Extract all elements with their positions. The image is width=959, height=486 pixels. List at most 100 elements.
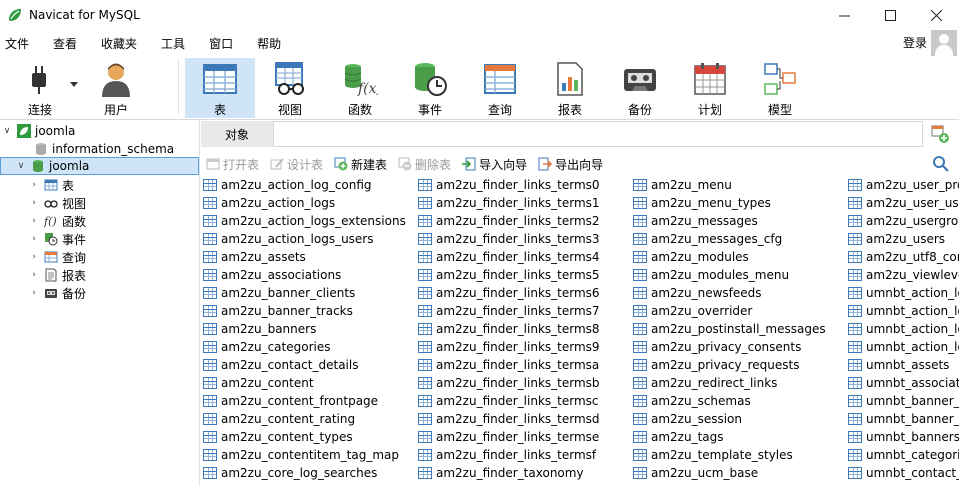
table-list-item[interactable]: am2zu_finder_links_terms9 (416, 338, 600, 356)
function-button[interactable]: f(x) 函数 (325, 58, 395, 118)
table-list-item[interactable]: umnbt_banner_c (846, 392, 959, 410)
chevron-down-icon[interactable] (70, 82, 78, 88)
table-list-item[interactable]: am2zu_users (846, 230, 959, 248)
table-list-item[interactable]: am2zu_usergrou (846, 212, 959, 230)
table-list-item[interactable]: am2zu_finder_links_terms6 (416, 284, 600, 302)
table-list-item[interactable]: am2zu_categories (201, 338, 406, 356)
table-list-item[interactable]: am2zu_viewlevel (846, 266, 959, 284)
table-list-item[interactable]: am2zu_action_logs_extensions (201, 212, 406, 230)
table-list-item[interactable]: am2zu_core_log_searches (201, 464, 406, 482)
table-list-item[interactable]: am2zu_finder_links_terms5 (416, 266, 600, 284)
table-list-item[interactable]: am2zu_menu (631, 176, 826, 194)
table-list-item[interactable]: umnbt_categorie (846, 446, 959, 464)
table-list-item[interactable]: am2zu_redirect_links (631, 374, 826, 392)
tree-item-events[interactable]: › 事件 (0, 230, 86, 248)
table-list-item[interactable]: am2zu_content_rating (201, 410, 406, 428)
table-list-item[interactable]: am2zu_banner_clients (201, 284, 406, 302)
backup-button[interactable]: 备份 (605, 58, 675, 118)
login-link[interactable]: 登录 (903, 34, 927, 51)
table-list-item[interactable]: umnbt_assets (846, 356, 959, 374)
chevron-down-icon[interactable]: ∨ (1, 126, 13, 136)
table-list-item[interactable]: umnbt_action_lo (846, 284, 959, 302)
table-list-item[interactable]: umnbt_contact_d (846, 464, 959, 482)
table-list-item[interactable]: am2zu_modules (631, 248, 826, 266)
chevron-right-icon[interactable]: › (28, 216, 40, 226)
table-list-item[interactable]: am2zu_newsfeeds (631, 284, 826, 302)
table-list-item[interactable]: am2zu_privacy_requests (631, 356, 826, 374)
schedule-button[interactable]: 计划 (675, 58, 745, 118)
table-list-item[interactable]: am2zu_finder_links_terms3 (416, 230, 600, 248)
import-wizard-button[interactable]: 导入向导 (457, 156, 527, 173)
chevron-right-icon[interactable]: › (28, 234, 40, 244)
table-list-item[interactable]: am2zu_finder_links_terms4 (416, 248, 600, 266)
model-button[interactable]: 模型 (745, 58, 815, 118)
design-table-button[interactable]: 设计表 (265, 156, 323, 173)
table-list-item[interactable]: am2zu_finder_links_terms7 (416, 302, 600, 320)
new-tab-icon[interactable] (930, 124, 950, 144)
table-list-item[interactable]: umnbt_action_lo (846, 302, 959, 320)
tree-item-functions[interactable]: › f() 函数 (0, 212, 86, 230)
menu-favorites[interactable]: 收藏夹 (101, 35, 137, 52)
table-list-item[interactable]: am2zu_menu_types (631, 194, 826, 212)
tree-item-queries[interactable]: › 查询 (0, 248, 86, 266)
table-list-item[interactable]: am2zu_postinstall_messages (631, 320, 826, 338)
tree-database-joomla[interactable]: ∨ joomla (0, 157, 199, 175)
table-list-item[interactable]: am2zu_privacy_consents (631, 338, 826, 356)
table-button[interactable]: 表 (185, 58, 255, 118)
table-list-item[interactable]: am2zu_contentitem_tag_map (201, 446, 406, 464)
table-list-item[interactable]: am2zu_user_use (846, 194, 959, 212)
avatar[interactable] (931, 30, 957, 56)
table-list-item[interactable]: am2zu_finder_links_terms8 (416, 320, 600, 338)
table-list-item[interactable]: am2zu_banners (201, 320, 406, 338)
table-list-item[interactable]: am2zu_content_frontpage (201, 392, 406, 410)
tree-item-reports[interactable]: › 报表 (0, 266, 86, 284)
connect-button[interactable]: 连接 (5, 58, 75, 118)
view-button[interactable]: 视图 (255, 58, 325, 118)
table-list-item[interactable]: am2zu_finder_links_terms1 (416, 194, 600, 212)
user-button[interactable]: 用户 (81, 58, 151, 118)
tab-objects[interactable]: 对象 (201, 121, 273, 147)
table-list-item[interactable]: am2zu_associations (201, 266, 406, 284)
table-list-item[interactable]: am2zu_template_styles (631, 446, 826, 464)
menu-tools[interactable]: 工具 (161, 35, 185, 52)
tree-database-information-schema[interactable]: information_schema (0, 140, 174, 158)
table-list-item[interactable]: am2zu_modules_menu (631, 266, 826, 284)
tree-item-backups[interactable]: › 备份 (0, 284, 86, 302)
tree-connection-joomla[interactable]: ∨ joomla (0, 122, 75, 140)
table-list-item[interactable]: am2zu_finder_taxonomy (416, 464, 600, 482)
menu-view[interactable]: 查看 (53, 35, 77, 52)
query-button[interactable]: 查询 (465, 58, 535, 118)
table-list-item[interactable]: am2zu_content_types (201, 428, 406, 446)
chevron-right-icon[interactable]: › (28, 198, 40, 208)
maximize-button[interactable] (867, 0, 913, 30)
report-button[interactable]: 报表 (535, 58, 605, 118)
table-list-item[interactable]: am2zu_content (201, 374, 406, 392)
table-list-item[interactable]: am2zu_finder_links_termsc (416, 392, 600, 410)
table-list-item[interactable]: am2zu_overrider (631, 302, 826, 320)
menu-file[interactable]: 文件 (5, 35, 29, 52)
table-list-item[interactable]: umnbt_banner_tr (846, 410, 959, 428)
chevron-right-icon[interactable]: › (28, 288, 40, 298)
table-list-item[interactable]: am2zu_finder_links_termsd (416, 410, 600, 428)
table-list-item[interactable]: am2zu_finder_links_termsa (416, 356, 600, 374)
table-list-item[interactable]: am2zu_finder_links_termsf (416, 446, 600, 464)
table-list-item[interactable]: umnbt_action_lo (846, 338, 959, 356)
table-list-item[interactable]: am2zu_user_pro (846, 176, 959, 194)
chevron-down-icon[interactable]: ∨ (15, 161, 27, 171)
search-icon[interactable] (932, 155, 950, 173)
table-list-item[interactable]: am2zu_utf8_conv (846, 248, 959, 266)
table-list-item[interactable]: umnbt_banners (846, 428, 959, 446)
chevron-right-icon[interactable]: › (28, 252, 40, 262)
delete-table-button[interactable]: 删除表 (393, 156, 451, 173)
table-list-item[interactable]: umnbt_associatio (846, 374, 959, 392)
table-list-item[interactable]: umnbt_action_lo (846, 320, 959, 338)
event-button[interactable]: 事件 (395, 58, 465, 118)
table-list-item[interactable]: am2zu_session (631, 410, 826, 428)
chevron-right-icon[interactable]: › (28, 180, 40, 190)
table-list-item[interactable]: am2zu_schemas (631, 392, 826, 410)
tree-item-tables[interactable]: › 表 (0, 176, 74, 194)
table-list-item[interactable]: am2zu_messages (631, 212, 826, 230)
table-list-item[interactable]: am2zu_finder_links_termsb (416, 374, 600, 392)
table-list-item[interactable]: am2zu_finder_links_terms2 (416, 212, 600, 230)
table-list-item[interactable]: am2zu_ucm_base (631, 464, 826, 482)
